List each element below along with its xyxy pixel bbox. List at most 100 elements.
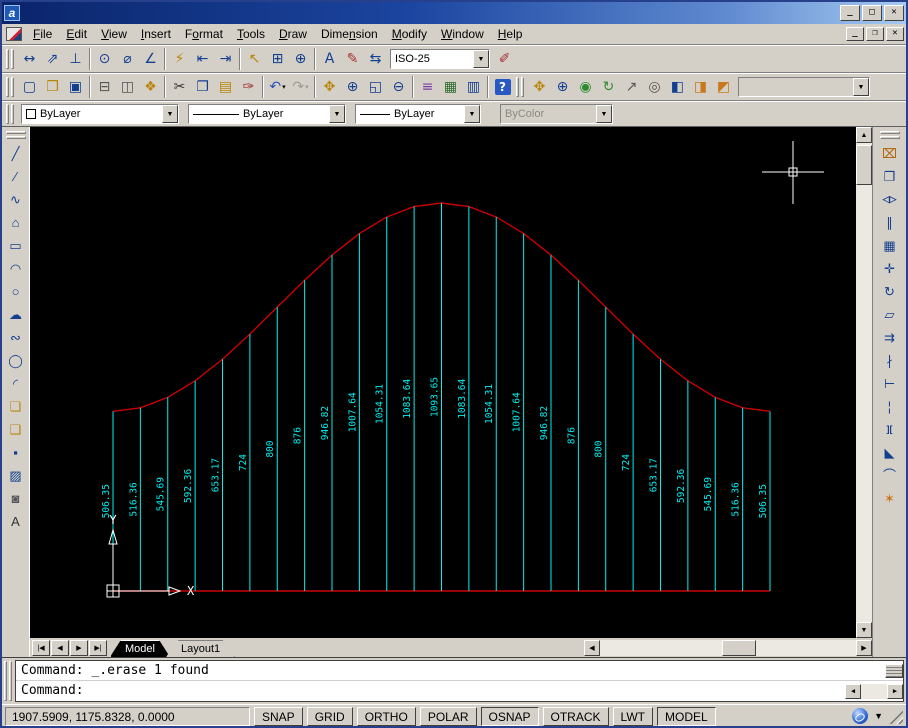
back-clip-icon[interactable]: ◩ <box>712 76 735 99</box>
make-block-icon[interactable]: ❑ <box>4 418 28 441</box>
aligned-dimension-icon[interactable]: ⇗ <box>41 48 64 71</box>
dimension-style-icon[interactable]: ✐ <box>493 48 516 71</box>
command-window-grip[interactable] <box>4 660 12 702</box>
menu-dimension[interactable]: Dimension <box>314 25 385 43</box>
radius-dimension-icon[interactable]: ⊙ <box>93 48 116 71</box>
toggle-polar[interactable]: POLAR <box>420 707 477 726</box>
publish-icon[interactable]: ❖ <box>139 76 162 99</box>
drawing-file-icon[interactable] <box>6 27 22 41</box>
scroll-left-icon[interactable]: ◀ <box>584 640 600 656</box>
minimize-button[interactable]: _ <box>840 5 860 21</box>
designcenter-icon[interactable]: ▦ <box>439 76 462 99</box>
erase-icon[interactable]: ⌧ <box>878 142 902 165</box>
line-icon[interactable]: ╱ <box>4 142 28 165</box>
cut-icon[interactable]: ✂ <box>168 76 191 99</box>
zoom-realtime-icon[interactable]: ⊕ <box>341 76 364 99</box>
scroll-right-icon[interactable]: ▶ <box>856 640 872 656</box>
chevron-down-icon[interactable]: ▼ <box>329 105 345 123</box>
toolbar-grip[interactable] <box>516 77 524 97</box>
dimension-update-icon[interactable]: ⇆ <box>364 48 387 71</box>
break-at-point-icon[interactable]: ¦ <box>878 395 902 418</box>
ellipse-icon[interactable]: ◯ <box>4 349 28 372</box>
arc-icon[interactable]: ◠ <box>4 257 28 280</box>
angular-dimension-icon[interactable]: ∠ <box>139 48 162 71</box>
region-icon[interactable]: ◙ <box>4 487 28 510</box>
dropdown-arrow-icon[interactable]: ▾ <box>282 83 286 91</box>
trim-icon[interactable]: ∤ <box>878 349 902 372</box>
menu-format[interactable]: Format <box>178 25 230 43</box>
baseline-dimension-icon[interactable]: ⇤ <box>191 48 214 71</box>
command-scrollbar[interactable]: ◀ ▶ <box>845 684 903 699</box>
status-tray-arrow-icon[interactable]: ▼ <box>874 711 883 721</box>
plot-icon[interactable]: ⊟ <box>93 76 116 99</box>
toggle-model[interactable]: MODEL <box>657 707 716 726</box>
3d-swivel-icon[interactable]: ↗ <box>620 76 643 99</box>
menu-file[interactable]: File <box>26 25 59 43</box>
toolbar-grip[interactable] <box>880 131 900 139</box>
toggle-lwt[interactable]: LWT <box>613 707 653 726</box>
menu-help[interactable]: Help <box>491 25 530 43</box>
toolbar-grip[interactable] <box>6 131 26 139</box>
help-icon[interactable]: ? <box>491 76 514 99</box>
chevron-down-icon[interactable]: ▼ <box>162 105 178 123</box>
toggle-grid[interactable]: GRID <box>307 707 353 726</box>
toolbar-grip[interactable] <box>6 104 14 124</box>
3d-adjust-clip-planes-icon[interactable]: ◧ <box>666 76 689 99</box>
menu-draw[interactable]: Draw <box>272 25 314 43</box>
construction-line-icon[interactable]: ∕ <box>4 165 28 188</box>
tab-model[interactable]: Model <box>110 640 170 657</box>
plot-preview-icon[interactable]: ◫ <box>116 76 139 99</box>
toggle-snap[interactable]: SNAP <box>254 707 303 726</box>
dim-style-combo[interactable]: ISO-25▼ <box>390 49 490 69</box>
circle-icon[interactable]: ○ <box>4 280 28 303</box>
rectangle-icon[interactable]: ▭ <box>4 234 28 257</box>
doc-restore-button[interactable]: ❐ <box>866 27 884 41</box>
offset-icon[interactable]: ∥ <box>878 211 902 234</box>
3d-adjust-distance-icon[interactable]: ◎ <box>643 76 666 99</box>
tab-last-icon[interactable]: ▶| <box>89 640 107 656</box>
ellipse-arc-icon[interactable]: ◜ <box>4 372 28 395</box>
spline-icon[interactable]: ∾ <box>4 326 28 349</box>
pan-realtime-icon[interactable]: ✥ <box>318 76 341 99</box>
scroll-up-icon[interactable]: ▲ <box>856 127 872 143</box>
properties-icon[interactable]: ≡ <box>416 76 439 99</box>
chevron-down-icon[interactable]: ▼ <box>464 105 480 123</box>
multiline-text-icon[interactable]: A <box>4 510 28 533</box>
scroll-down-icon[interactable]: ▼ <box>856 622 872 638</box>
undo-icon[interactable]: ↶▾ <box>266 76 289 99</box>
move-icon[interactable]: ✛ <box>878 257 902 280</box>
array-icon[interactable]: ▦ <box>878 234 902 257</box>
hatch-icon[interactable]: ▨ <box>4 464 28 487</box>
match-properties-icon[interactable]: ✑ <box>237 76 260 99</box>
redo-icon[interactable]: ↷▾ <box>289 76 312 99</box>
menu-edit[interactable]: Edit <box>59 25 94 43</box>
menu-tools[interactable]: Tools <box>230 25 272 43</box>
menu-insert[interactable]: Insert <box>134 25 178 43</box>
communication-center-icon[interactable] <box>852 708 868 724</box>
tolerance-icon[interactable]: ⊞ <box>266 48 289 71</box>
maximize-button[interactable]: □ <box>862 5 882 21</box>
quick-leader-icon[interactable]: ↖ <box>243 48 266 71</box>
polyline-icon[interactable]: ∿ <box>4 188 28 211</box>
center-mark-icon[interactable]: ⊕ <box>289 48 312 71</box>
tab-first-icon[interactable]: |◀ <box>32 640 50 656</box>
open-file-icon[interactable]: ❒ <box>41 76 64 99</box>
tab-next-icon[interactable]: ▶ <box>70 640 88 656</box>
insert-block-icon[interactable]: ❏ <box>4 395 28 418</box>
rotate-icon[interactable]: ↻ <box>878 280 902 303</box>
command-line-2[interactable]: Command: <box>21 681 84 701</box>
stretch-icon[interactable]: ⇉ <box>878 326 902 349</box>
scroll-left-icon[interactable]: ◀ <box>845 684 861 699</box>
polygon-icon[interactable]: ⌂ <box>4 211 28 234</box>
lineweight-control[interactable]: ByLayer ▼ <box>355 104 481 124</box>
doc-minimize-button[interactable]: _ <box>846 27 864 41</box>
vertical-scroll-thumb[interactable] <box>856 145 872 185</box>
dimension-edit-icon[interactable]: ✎ <box>341 48 364 71</box>
dimension-text-edit-icon[interactable]: A <box>318 48 341 71</box>
fillet-icon[interactable]: ⌒ <box>878 464 902 487</box>
explode-icon[interactable]: ✶ <box>878 487 902 510</box>
toggle-osnap[interactable]: OSNAP <box>481 707 539 726</box>
3d-zoom-icon[interactable]: ⊕ <box>551 76 574 99</box>
extend-icon[interactable]: ⊢ <box>878 372 902 395</box>
toolbar-grip[interactable] <box>6 49 14 69</box>
